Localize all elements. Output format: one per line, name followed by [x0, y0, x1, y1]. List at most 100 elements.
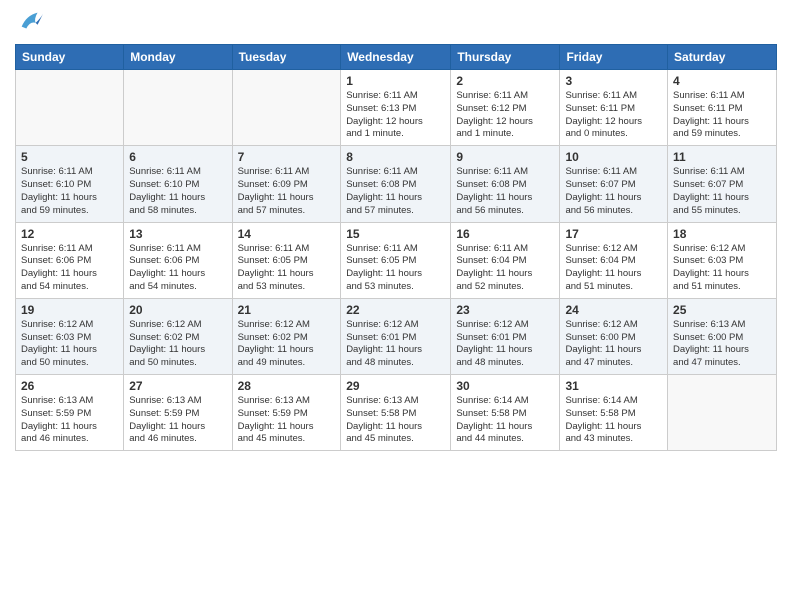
day-info: Sunrise: 6:11 AMSunset: 6:09 PMDaylight:…: [238, 166, 336, 217]
weekday-header-monday: Monday: [124, 45, 232, 70]
calendar-day-cell: 11Sunrise: 6:11 AMSunset: 6:07 PMDayligh…: [668, 146, 777, 222]
day-number: 17: [565, 227, 662, 241]
calendar-day-cell: [232, 70, 341, 146]
day-number: 27: [129, 379, 226, 393]
day-number: 18: [673, 227, 771, 241]
calendar-day-cell: 30 Sunrise: 6:14 AMSunset: 5:58 PMDayligh…: [451, 375, 560, 451]
day-info: Sunrise: 6:11 AMSunset: 6:05 PMDaylight:…: [346, 243, 445, 294]
day-info: Sunrise: 6:11 AMSunset: 6:06 PMDaylight:…: [21, 243, 118, 294]
calendar-day-cell: 29Sunrise: 6:13 AMSunset: 5:58 PMDayligh…: [341, 375, 451, 451]
calendar-day-cell: 17 Sunrise: 6:12 AMSunset: 6:04 PMDayligh…: [560, 222, 668, 298]
calendar-day-cell: 14 Sunrise: 6:11 AMSunset: 6:05 PMDayligh…: [232, 222, 341, 298]
day-info: Sunrise: 6:11 AMSunset: 6:04 PMDaylight:…: [456, 243, 554, 294]
day-number: 6: [129, 150, 226, 164]
calendar-week-row: 1Sunrise: 6:11 AMSunset: 6:13 PMDaylight…: [16, 70, 777, 146]
day-info: Sunrise: 6:13 AMSunset: 5:59 PMDaylight:…: [21, 395, 118, 446]
calendar-day-cell: [668, 375, 777, 451]
day-info: Sunrise: 6:12 AMSunset: 6:04 PMDaylight:…: [565, 243, 662, 294]
day-number: 28: [238, 379, 336, 393]
day-number: 24: [565, 303, 662, 317]
calendar-week-row: 12 Sunrise: 6:11 AMSunset: 6:06 PMDayligh…: [16, 222, 777, 298]
day-info: Sunrise: 6:11 AMSunset: 6:05 PMDaylight:…: [238, 243, 336, 294]
weekday-header-sunday: Sunday: [16, 45, 124, 70]
day-number: 3: [565, 74, 662, 88]
calendar-day-cell: 15 Sunrise: 6:11 AMSunset: 6:05 PMDayligh…: [341, 222, 451, 298]
calendar-day-cell: 23 Sunrise: 6:12 AMSunset: 6:01 PMDayligh…: [451, 298, 560, 374]
day-info: Sunrise: 6:11 AMSunset: 6:11 PMDaylight:…: [565, 90, 662, 141]
calendar-day-cell: 16Sunrise: 6:11 AMSunset: 6:04 PMDayligh…: [451, 222, 560, 298]
weekday-header-row: SundayMondayTuesdayWednesdayThursdayFrid…: [16, 45, 777, 70]
calendar-day-cell: 26 Sunrise: 6:13 AMSunset: 5:59 PMDayligh…: [16, 375, 124, 451]
day-number: 21: [238, 303, 336, 317]
day-info: Sunrise: 6:13 AMSunset: 5:59 PMDaylight:…: [129, 395, 226, 446]
calendar-day-cell: 22Sunrise: 6:12 AMSunset: 6:01 PMDayligh…: [341, 298, 451, 374]
weekday-header-friday: Friday: [560, 45, 668, 70]
calendar-day-cell: 4 Sunrise: 6:11 AMSunset: 6:11 PMDaylight…: [668, 70, 777, 146]
calendar-day-cell: 3 Sunrise: 6:11 AMSunset: 6:11 PMDaylight…: [560, 70, 668, 146]
logo: [15, 10, 45, 36]
calendar-week-row: 19 Sunrise: 6:12 AMSunset: 6:03 PMDayligh…: [16, 298, 777, 374]
day-info: Sunrise: 6:11 AMSunset: 6:08 PMDaylight:…: [456, 166, 554, 217]
day-number: 5: [21, 150, 118, 164]
day-number: 19: [21, 303, 118, 317]
calendar-day-cell: 5 Sunrise: 6:11 AMSunset: 6:10 PMDaylight…: [16, 146, 124, 222]
day-number: 7: [238, 150, 336, 164]
day-number: 14: [238, 227, 336, 241]
day-number: 26: [21, 379, 118, 393]
day-number: 4: [673, 74, 771, 88]
page-header: [15, 10, 777, 36]
day-info: Sunrise: 6:11 AMSunset: 6:10 PMDaylight:…: [21, 166, 118, 217]
calendar-day-cell: 2 Sunrise: 6:11 AMSunset: 6:12 PMDaylight…: [451, 70, 560, 146]
calendar-day-cell: 1Sunrise: 6:11 AMSunset: 6:13 PMDaylight…: [341, 70, 451, 146]
day-info: Sunrise: 6:12 AMSunset: 6:03 PMDaylight:…: [673, 243, 771, 294]
calendar-day-cell: 18 Sunrise: 6:12 AMSunset: 6:03 PMDayligh…: [668, 222, 777, 298]
day-info: Sunrise: 6:14 AMSunset: 5:58 PMDaylight:…: [456, 395, 554, 446]
day-info: Sunrise: 6:13 AMSunset: 5:58 PMDaylight:…: [346, 395, 445, 446]
weekday-header-wednesday: Wednesday: [341, 45, 451, 70]
page-container: SundayMondayTuesdayWednesdayThursdayFrid…: [0, 0, 792, 461]
day-info: Sunrise: 6:11 AMSunset: 6:11 PMDaylight:…: [673, 90, 771, 141]
weekday-header-thursday: Thursday: [451, 45, 560, 70]
day-info: Sunrise: 6:12 AMSunset: 6:00 PMDaylight:…: [565, 319, 662, 370]
calendar-day-cell: 19 Sunrise: 6:12 AMSunset: 6:03 PMDayligh…: [16, 298, 124, 374]
day-number: 25: [673, 303, 771, 317]
calendar-week-row: 26 Sunrise: 6:13 AMSunset: 5:59 PMDayligh…: [16, 375, 777, 451]
day-number: 31: [565, 379, 662, 393]
day-info: Sunrise: 6:12 AMSunset: 6:01 PMDaylight:…: [346, 319, 445, 370]
day-number: 15: [346, 227, 445, 241]
weekday-header-saturday: Saturday: [668, 45, 777, 70]
calendar-day-cell: 28 Sunrise: 6:13 AMSunset: 5:59 PMDayligh…: [232, 375, 341, 451]
day-info: Sunrise: 6:12 AMSunset: 6:01 PMDaylight:…: [456, 319, 554, 370]
calendar-day-cell: 20Sunrise: 6:12 AMSunset: 6:02 PMDayligh…: [124, 298, 232, 374]
day-number: 12: [21, 227, 118, 241]
day-number: 30: [456, 379, 554, 393]
calendar-day-cell: 8Sunrise: 6:11 AMSunset: 6:08 PMDaylight…: [341, 146, 451, 222]
calendar-day-cell: 12 Sunrise: 6:11 AMSunset: 6:06 PMDayligh…: [16, 222, 124, 298]
calendar-table: SundayMondayTuesdayWednesdayThursdayFrid…: [15, 44, 777, 451]
day-number: 20: [129, 303, 226, 317]
day-number: 9: [456, 150, 554, 164]
calendar-day-cell: 27 Sunrise: 6:13 AMSunset: 5:59 PMDayligh…: [124, 375, 232, 451]
day-info: Sunrise: 6:13 AMSunset: 5:59 PMDaylight:…: [238, 395, 336, 446]
day-info: Sunrise: 6:12 AMSunset: 6:02 PMDaylight:…: [238, 319, 336, 370]
calendar-day-cell: 13Sunrise: 6:11 AMSunset: 6:06 PMDayligh…: [124, 222, 232, 298]
calendar-day-cell: 10 Sunrise: 6:11 AMSunset: 6:07 PMDayligh…: [560, 146, 668, 222]
calendar-day-cell: [16, 70, 124, 146]
calendar-day-cell: 25Sunrise: 6:13 AMSunset: 6:00 PMDayligh…: [668, 298, 777, 374]
day-number: 1: [346, 74, 445, 88]
weekday-header-tuesday: Tuesday: [232, 45, 341, 70]
calendar-day-cell: 31 Sunrise: 6:14 AMSunset: 5:58 PMDayligh…: [560, 375, 668, 451]
calendar-day-cell: 24 Sunrise: 6:12 AMSunset: 6:00 PMDayligh…: [560, 298, 668, 374]
day-info: Sunrise: 6:11 AMSunset: 6:06 PMDaylight:…: [129, 243, 226, 294]
day-number: 8: [346, 150, 445, 164]
day-info: Sunrise: 6:12 AMSunset: 6:03 PMDaylight:…: [21, 319, 118, 370]
day-number: 10: [565, 150, 662, 164]
day-info: Sunrise: 6:11 AMSunset: 6:10 PMDaylight:…: [129, 166, 226, 217]
calendar-day-cell: [124, 70, 232, 146]
day-info: Sunrise: 6:11 AMSunset: 6:07 PMDaylight:…: [565, 166, 662, 217]
day-number: 2: [456, 74, 554, 88]
day-info: Sunrise: 6:14 AMSunset: 5:58 PMDaylight:…: [565, 395, 662, 446]
calendar-day-cell: 9 Sunrise: 6:11 AMSunset: 6:08 PMDaylight…: [451, 146, 560, 222]
day-info: Sunrise: 6:11 AMSunset: 6:12 PMDaylight:…: [456, 90, 554, 141]
day-number: 23: [456, 303, 554, 317]
